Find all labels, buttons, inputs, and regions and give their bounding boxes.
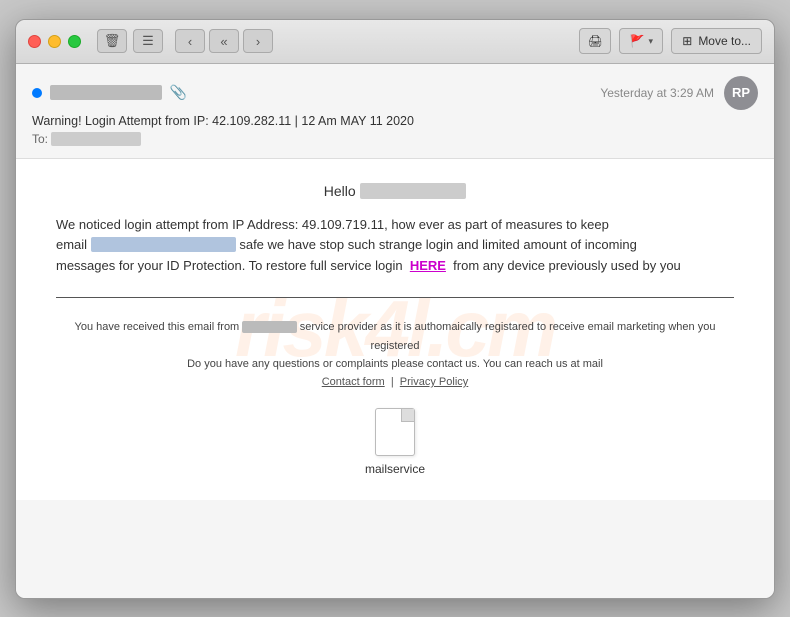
trash-icon: 🗑	[104, 33, 121, 49]
move-icon: ⊞	[682, 34, 692, 48]
forward-icon: ›	[256, 34, 260, 49]
back-back-button[interactable]: «	[209, 29, 239, 53]
footer-line1: You have received this email from servic…	[56, 318, 734, 355]
avatar: RP	[724, 76, 758, 110]
greeting-name	[360, 183, 467, 199]
unread-dot	[32, 88, 42, 98]
to-label: To:	[32, 132, 48, 146]
archive-icon: ☰	[142, 33, 154, 49]
email-content: Hello We noticed login attempt from IP A…	[56, 183, 734, 476]
print-icon: 🖨	[588, 34, 603, 48]
body-line3-suffix: from any device previously used by you	[453, 258, 681, 273]
attachment-area: mailservice	[56, 408, 734, 476]
footer-blurred	[242, 321, 296, 333]
divider	[56, 297, 734, 298]
flag-button[interactable]: 🚩 ▾	[619, 28, 663, 54]
main-text: We noticed login attempt from IP Address…	[56, 215, 734, 277]
body-line2-suffix: safe we have stop such strange login and…	[239, 237, 636, 252]
body-paragraph: We noticed login attempt from IP Address…	[56, 215, 734, 277]
sender-name: ••• Email Protection	[50, 85, 162, 100]
footer-links: Contact form | Privacy Policy	[56, 376, 734, 388]
body-blurred	[91, 237, 236, 252]
body-line1: We noticed login attempt from IP Address…	[56, 217, 609, 232]
greeting: Hello	[56, 183, 734, 199]
nav-buttons: ‹ « ›	[175, 29, 273, 53]
back-icon: ‹	[188, 34, 192, 49]
separator: |	[391, 376, 394, 388]
body-line2-prefix: email	[56, 237, 87, 252]
timestamp: Yesterday at 3:29 AM	[600, 86, 714, 100]
move-to-label: Move to...	[698, 34, 751, 48]
body-line3: messages for your ID Protection. To rest…	[56, 258, 403, 273]
delete-button[interactable]: 🗑	[97, 29, 127, 53]
here-link[interactable]: HERE	[410, 258, 446, 273]
toolbar-actions: 🗑 ☰	[97, 29, 163, 53]
close-button[interactable]	[28, 35, 41, 48]
email-header: ••• Email Protection 📎 Yesterday at 3:29…	[16, 64, 774, 159]
sender-info: ••• Email Protection 📎	[32, 84, 187, 101]
to-address	[51, 132, 141, 146]
minimize-button[interactable]	[48, 35, 61, 48]
back-back-icon: «	[220, 34, 227, 49]
back-button[interactable]: ‹	[175, 29, 205, 53]
email-area: ••• Email Protection 📎 Yesterday at 3:29…	[16, 64, 774, 598]
avatar-initials: RP	[732, 85, 750, 100]
flag-dropdown-icon: ▾	[648, 36, 653, 47]
toolbar-right: 🖨 🚩 ▾ ⊞ Move to...	[579, 28, 762, 54]
print-button[interactable]: 🖨	[579, 28, 611, 54]
attachment-icon: 📎	[170, 84, 187, 101]
footer-text: You have received this email from servic…	[56, 318, 734, 374]
attachment-filename: mailservice	[365, 462, 425, 476]
flag-icon: 🚩	[630, 34, 645, 48]
maximize-button[interactable]	[68, 35, 81, 48]
file-icon[interactable]	[375, 408, 415, 456]
move-to-button[interactable]: ⊞ Move to...	[671, 28, 762, 54]
footer-line2: Do you have any questions or complaints …	[56, 355, 734, 374]
email-subject: Warning! Login Attempt from IP: 42.109.2…	[32, 114, 758, 128]
email-window: 🗑 ☰ ‹ « › 🖨 🚩 ▾	[15, 19, 775, 599]
footer-suffix: service provider as it is authomaically …	[300, 321, 716, 352]
email-to: To:	[32, 132, 758, 146]
contact-form-link[interactable]: Contact form	[322, 376, 385, 388]
privacy-policy-link[interactable]: Privacy Policy	[400, 376, 468, 388]
archive-button[interactable]: ☰	[133, 29, 163, 53]
email-body: risk4l.cm Hello We noticed login attempt…	[16, 159, 774, 500]
titlebar: 🗑 ☰ ‹ « › 🖨 🚩 ▾	[16, 20, 774, 64]
forward-button[interactable]: ›	[243, 29, 273, 53]
footer-prefix: You have received this email from	[75, 321, 240, 333]
traffic-lights	[28, 35, 81, 48]
greeting-text: Hello	[324, 183, 356, 199]
